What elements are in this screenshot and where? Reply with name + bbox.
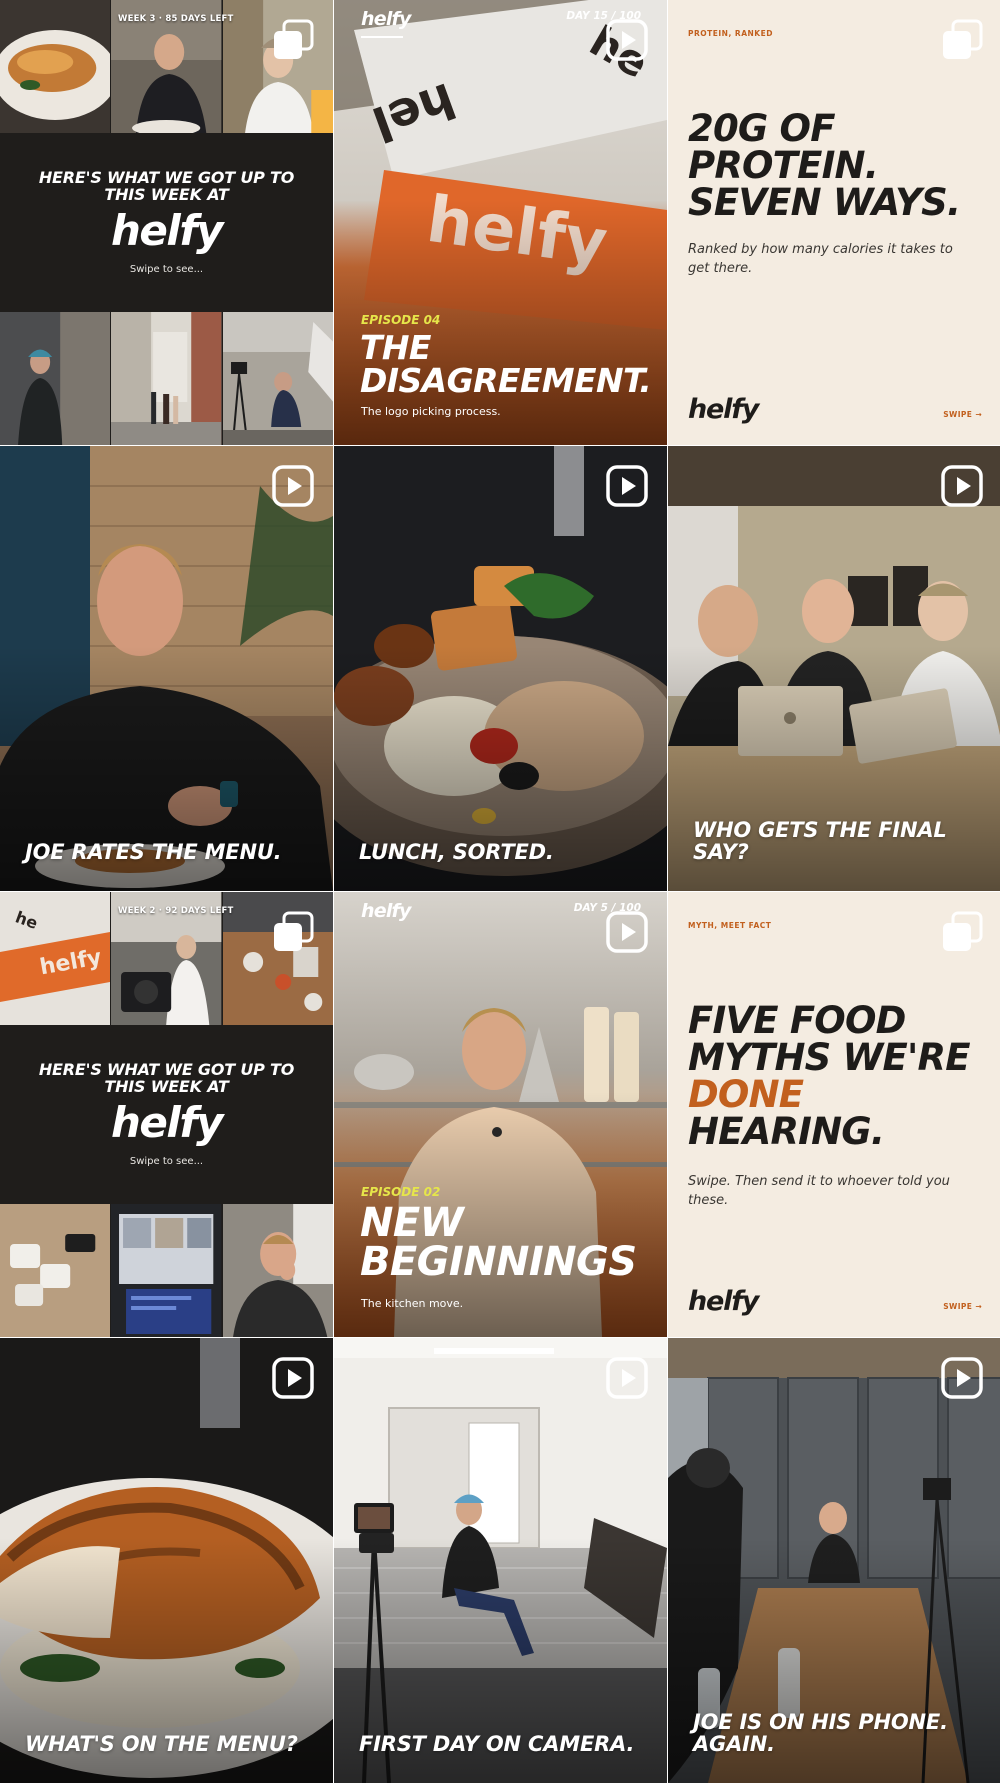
photo-street-woman — [0, 312, 111, 445]
play-icon — [605, 1356, 649, 1400]
post-tile-food-myths[interactable]: MYTH, MEET FACT FIVE FOOD MYTHS WE'RE DO… — [668, 892, 1000, 1337]
card-title: 20G OF PROTEIN. SEVEN WAYS. — [688, 107, 961, 224]
episode-label: EPISODE 02 — [361, 1185, 441, 1199]
post-caption: JOE RATES THE MENU. — [25, 839, 282, 864]
helfy-logo: helfy — [111, 205, 223, 255]
carousel-icon — [271, 18, 315, 62]
post-tile-joe-rates-menu[interactable]: JOE RATES THE MENU. — [0, 446, 333, 891]
post-tile-final-say[interactable]: WHO GETS THE FINAL SAY? — [668, 446, 1000, 891]
photo-strip-bottom — [0, 1204, 333, 1337]
carousel-icon — [940, 910, 984, 954]
post-tile-episode-04[interactable]: hel he helfy helfy DAY 15 / 100 EPISODE … — [334, 0, 667, 445]
helfy-wordmark: helfy — [361, 900, 411, 922]
post-tile-week-3-recap[interactable]: WEEK 3 · 85 DAYS LEFT HERE'S WHAT WE GOT… — [0, 0, 333, 445]
episode-label: EPISODE 04 — [361, 313, 441, 327]
title-line: MYTHS WE'RE — [688, 1036, 971, 1079]
photo-logo-prints-table: helfy he — [0, 892, 111, 1025]
post-caption: WHAT'S ON THE MENU? — [25, 1731, 298, 1756]
carousel-icon — [271, 910, 315, 954]
swipe-hint: Swipe to see... — [129, 263, 204, 275]
title-line: HEARING. — [688, 1110, 885, 1153]
post-grid: WEEK 3 · 85 DAYS LEFT HERE'S WHAT WE GOT… — [0, 0, 1000, 1783]
post-caption: WHO GETS THE FINAL SAY? — [693, 818, 947, 864]
carousel-icon — [940, 18, 984, 62]
title-line: FIVE FOOD — [688, 999, 906, 1042]
title-line-accent: DONE — [688, 1073, 804, 1116]
card-body: Swipe. Then send it to whoever told you … — [688, 1174, 950, 1208]
progress-underline — [361, 36, 403, 38]
post-caption: LUNCH, SORTED. — [359, 839, 554, 864]
photo-joe-thinking — [222, 1204, 333, 1337]
card-body: Ranked by how many calories it takes to … — [688, 242, 953, 276]
play-icon — [940, 1356, 984, 1400]
photo-london-street — [111, 312, 222, 445]
helfy-logo: helfy — [688, 394, 759, 425]
card-kicker: MYTH, MEET FACT — [688, 921, 772, 930]
recap-headline: HERE'S WHAT WE GOT UP TO THIS WEEK AT — [38, 1060, 295, 1096]
play-icon — [605, 18, 649, 62]
episode-title: NEW BEGINNINGS — [360, 1200, 637, 1286]
week-label: WEEK 2 · 92 DAYS LEFT — [118, 906, 234, 916]
episode-subtitle: The kitchen move. — [361, 1297, 464, 1310]
play-icon — [940, 464, 984, 508]
recap-headline-block: HERE'S WHAT WE GOT UP TO THIS WEEK AT he… — [0, 133, 333, 312]
photo-trays — [0, 1204, 111, 1337]
post-tile-lunch-sorted[interactable]: LUNCH, SORTED. — [334, 446, 667, 891]
episode-subtitle: The logo picking process. — [361, 405, 501, 418]
swipe-hint: Swipe to see... — [129, 1155, 204, 1167]
photo-plated-fish — [0, 0, 111, 133]
card-kicker: PROTEIN, RANKED — [688, 29, 773, 38]
post-tile-first-day-on-camera[interactable]: FIRST DAY ON CAMERA. — [334, 1338, 667, 1783]
play-icon — [271, 464, 315, 508]
swipe-hint: SWIPE → — [943, 410, 982, 419]
photo-video-call — [111, 1204, 222, 1337]
recap-headline-block: HERE'S WHAT WE GOT UP TO THIS WEEK AT he… — [0, 1025, 333, 1204]
post-caption: JOE IS ON HIS PHONE. AGAIN. — [693, 1710, 948, 1756]
episode-title: THE DISAGREEMENT. — [360, 328, 652, 400]
post-tile-protein-ranked[interactable]: PROTEIN, RANKED 20G OF PROTEIN. SEVEN WA… — [668, 0, 1000, 445]
post-tile-whats-on-menu[interactable]: WHAT'S ON THE MENU? — [0, 1338, 333, 1783]
play-icon — [605, 464, 649, 508]
post-tile-joe-on-phone[interactable]: JOE IS ON HIS PHONE. AGAIN. — [668, 1338, 1000, 1783]
recap-headline: HERE'S WHAT WE GOT UP TO THIS WEEK AT — [38, 168, 295, 204]
play-icon — [605, 910, 649, 954]
post-caption: FIRST DAY ON CAMERA. — [359, 1731, 635, 1756]
card-title: FIVE FOOD MYTHS WE'RE DONE HEARING. — [688, 1002, 990, 1150]
helfy-logo: helfy — [111, 1097, 223, 1147]
photo-camera-setup — [222, 312, 333, 445]
helfy-wordmark: helfy — [361, 8, 411, 30]
post-tile-episode-02[interactable]: helfy DAY 5 / 100 EPISODE 02 NEW BEGINNI… — [334, 892, 667, 1337]
post-tile-week-2-recap[interactable]: helfy he WEEK 2 · 92 DAYS LEFT HERE'S WH… — [0, 892, 333, 1337]
week-label: WEEK 3 · 85 DAYS LEFT — [118, 14, 234, 24]
swipe-hint: SWIPE → — [943, 1302, 982, 1311]
helfy-logo: helfy — [688, 1286, 759, 1317]
photo-strip-bottom — [0, 312, 333, 445]
play-icon — [271, 1356, 315, 1400]
